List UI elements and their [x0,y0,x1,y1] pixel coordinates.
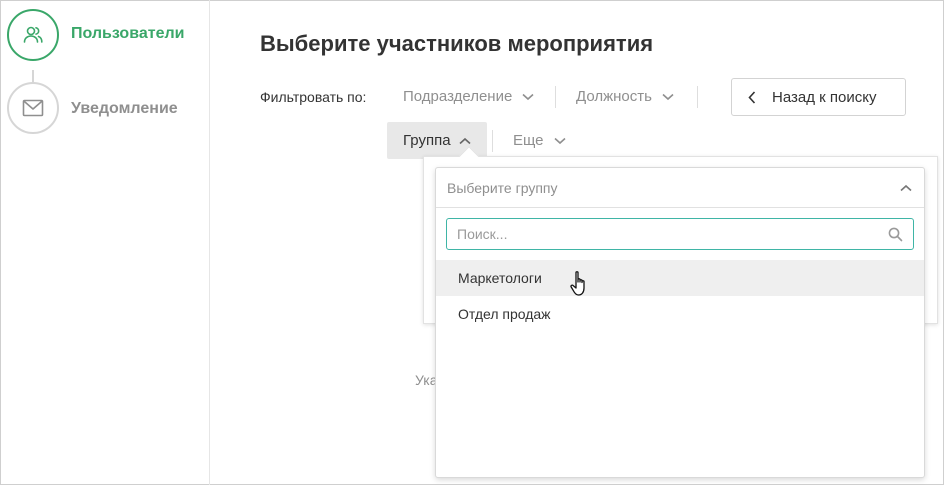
filter-divider [697,86,698,108]
step-users[interactable]: Пользователи [7,9,184,61]
filter-more[interactable]: Еще [513,132,566,149]
chevron-down-icon [662,93,674,100]
group-search-field [446,218,914,250]
step-notification-circle [7,82,59,134]
hand-cursor-icon [570,271,585,296]
step-notification-label: Уведомление [71,100,178,117]
group-option-sales[interactable]: Отдел продаж [436,296,924,332]
step-users-circle [7,9,59,61]
filter-divider [555,86,556,108]
chevron-left-icon [748,90,756,104]
back-to-search-label: Назад к поиску [772,88,877,106]
group-select-header[interactable]: Выберите группу [436,168,924,208]
sidebar: Пользователи Уведомление [0,0,210,485]
envelope-icon [22,99,44,117]
search-icon [888,227,903,241]
chevron-up-icon [459,137,471,144]
users-icon [23,26,43,43]
filter-position-label: Должность [576,88,652,105]
filter-department-label: Подразделение [403,88,513,105]
filter-department[interactable]: Подразделение [403,88,534,105]
group-dropdown: Выберите группу Маркетологи Отдел продаж [435,167,925,478]
step-notification[interactable]: Уведомление [7,82,178,134]
group-select-placeholder: Выберите группу [447,179,558,196]
group-option-marketing[interactable]: Маркетологи [436,260,924,296]
chevron-down-icon [522,93,534,100]
group-options-list: Маркетологи Отдел продаж [436,260,924,332]
filter-label: Фильтровать по: [260,89,367,105]
filter-divider [492,130,493,152]
group-search-input[interactable] [447,220,888,248]
filter-group-label: Группа [403,132,451,149]
page-title: Выберите участников мероприятия [260,31,654,56]
back-to-search-button[interactable]: Назад к поиску [731,78,906,116]
filter-position[interactable]: Должность [576,88,674,105]
step-users-label: Пользователи [71,25,185,42]
filter-more-label: Еще [513,132,544,149]
chevron-down-icon [553,137,566,144]
chevron-up-icon [900,184,912,191]
